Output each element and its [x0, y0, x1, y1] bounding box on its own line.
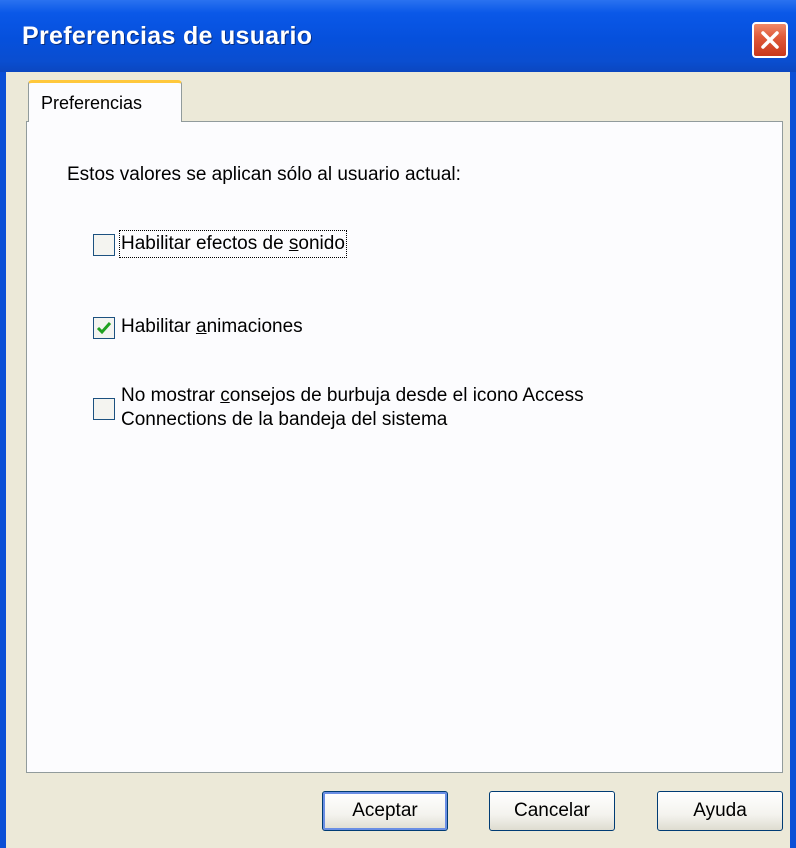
- sound-effects-checkbox[interactable]: [93, 234, 115, 256]
- option-animations[interactable]: Habilitar animaciones: [93, 315, 303, 339]
- close-button[interactable]: [752, 22, 788, 58]
- window-title: Preferencias de usuario: [22, 22, 313, 50]
- hide-balloon-tips-label[interactable]: No mostrar consejos de burbuja desde el …: [121, 384, 584, 432]
- tab-label: Preferencias: [41, 93, 143, 113]
- title-bar[interactable]: Preferencias de usuario: [0, 0, 796, 72]
- hide-balloon-tips-checkbox[interactable]: [93, 398, 115, 420]
- dialog-client-area: Preferencias Estos valores se aplican só…: [6, 72, 790, 848]
- tab-panel: Estos valores se aplican sólo al usuario…: [26, 121, 783, 773]
- dialog-window: Preferencias de usuario Preferencias Est…: [0, 0, 796, 848]
- sound-effects-label[interactable]: Habilitar efectos de sonido: [119, 230, 347, 258]
- help-button[interactable]: Ayuda: [657, 791, 783, 831]
- checkmark-icon: [96, 322, 112, 335]
- ok-button[interactable]: Aceptar: [322, 791, 448, 831]
- option-sound-effects[interactable]: Habilitar efectos de sonido: [93, 230, 347, 258]
- tab-preferencias[interactable]: Preferencias: [28, 80, 182, 122]
- animations-label[interactable]: Habilitar animaciones: [121, 315, 303, 339]
- option-hide-balloon-tips[interactable]: No mostrar consejos de burbuja desde el …: [93, 384, 584, 432]
- animations-checkbox[interactable]: [93, 317, 115, 339]
- cancel-button[interactable]: Cancelar: [489, 791, 615, 831]
- close-x-icon: [761, 31, 779, 49]
- intro-text: Estos valores se aplican sólo al usuario…: [67, 164, 461, 185]
